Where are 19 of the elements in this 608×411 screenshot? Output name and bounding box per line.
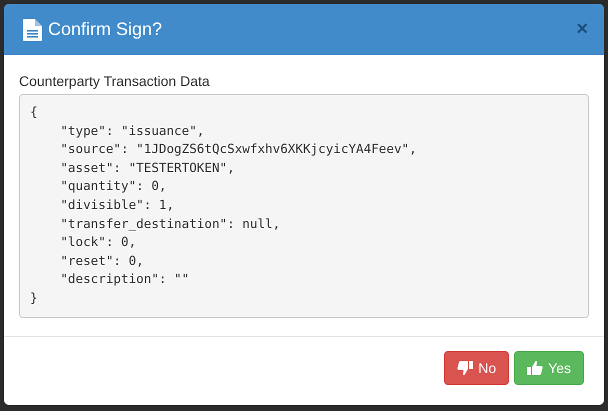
close-button[interactable]: × [576, 18, 588, 41]
code-line: "transfer_destination": null, [59, 214, 280, 233]
thumbs-down-icon [457, 360, 474, 376]
code-line: "divisible": 1, [59, 196, 174, 214]
code-line: "lock": 0, [59, 233, 136, 252]
code-line: } [30, 288, 38, 307]
code-line: "asset": "TESTERTOKEN", [59, 158, 235, 177]
code-line: "type": "issuance", [59, 122, 204, 140]
yes-button[interactable]: Yes [514, 351, 584, 385]
code-line: { [30, 103, 38, 121]
code-line: "quantity": 0, [59, 177, 166, 196]
section-label: Counterparty Transaction Data [19, 73, 211, 89]
code-line: "reset": 0, [59, 252, 144, 270]
dialog-title: Confirm Sign? [48, 19, 164, 40]
no-button[interactable]: No [444, 351, 510, 385]
code-line: "source": "1JDogZS6tQcSxwfxhv6XKKjcyicYA4Feev", [59, 140, 417, 158]
thumbs-up-icon [527, 360, 544, 376]
code-line: "description": "" [59, 270, 190, 288]
document-icon [23, 18, 42, 40]
